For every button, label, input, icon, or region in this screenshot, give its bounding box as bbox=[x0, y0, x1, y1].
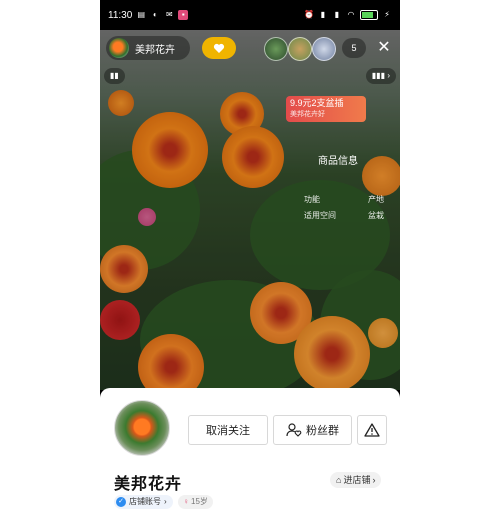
viewer-count[interactable]: 5 bbox=[342, 38, 366, 58]
viewer-avatar[interactable] bbox=[264, 37, 288, 61]
product-info-title[interactable]: 商品信息 bbox=[318, 152, 358, 167]
wifi-icon: ◠ bbox=[347, 10, 355, 19]
battery-icon bbox=[360, 10, 378, 20]
hd-icon: ▮ bbox=[320, 10, 326, 19]
unfollow-label: 取消关注 bbox=[206, 425, 250, 437]
chevron-right-icon: › bbox=[372, 475, 376, 485]
app-icon: ◐ bbox=[152, 10, 158, 19]
alarm-icon: ⏰ bbox=[304, 10, 314, 19]
report-button[interactable] bbox=[357, 415, 387, 445]
fans-group-label: 粉丝群 bbox=[306, 425, 339, 437]
clock: 11:30 bbox=[108, 9, 133, 21]
promo-text: 9.9元2支盆插 bbox=[290, 98, 344, 108]
promo-banner[interactable]: 9.9元2支盆插 美邦花卉好 bbox=[286, 96, 366, 122]
age-badge-label: 15岁 bbox=[191, 497, 208, 506]
unfollow-button[interactable]: 取消关注 bbox=[188, 415, 268, 445]
follow-bubble[interactable] bbox=[202, 37, 236, 59]
product-info-item: 产地 bbox=[368, 195, 384, 204]
profile-card: 取消关注 粉丝群 美邦花卉 ⌂ 进店铺 › ✓ 店铺账号 › ♀ 15岁 bbox=[100, 388, 400, 524]
more-pill[interactable]: ▮▮▮ › bbox=[365, 68, 396, 84]
fans-group-button[interactable]: 粉丝群 bbox=[273, 415, 352, 445]
app-icon: ✉ bbox=[165, 10, 173, 19]
charging-icon: ⚡ bbox=[384, 10, 390, 19]
enter-shop-label: 进店铺 bbox=[343, 475, 371, 485]
product-info-item: 功能 bbox=[304, 195, 320, 204]
enter-shop-button[interactable]: ⌂ 进店铺 › bbox=[330, 472, 382, 488]
app-icon: ▪ bbox=[178, 10, 189, 20]
account-badge[interactable]: ✓ 店铺账号 › bbox=[114, 495, 173, 509]
product-info-item: 盆栽 bbox=[368, 211, 384, 220]
warning-icon bbox=[364, 423, 380, 437]
account-badge-label: 店铺账号 bbox=[129, 497, 161, 506]
close-icon[interactable]: ✕ bbox=[374, 38, 394, 58]
heart-icon bbox=[213, 43, 225, 53]
product-info-item: 适用空间 bbox=[304, 211, 336, 220]
status-bar: 11:30 ▤ ◐ ✉ ▪ ⏰ ▮ ▮ ◠ ⚡ bbox=[100, 0, 400, 30]
chevron-right-icon: › bbox=[164, 497, 167, 506]
group-heart-icon bbox=[286, 423, 302, 437]
shop-name: 美邦花卉 bbox=[114, 476, 183, 493]
gender-icon: ♀ bbox=[183, 497, 189, 506]
anchor-info[interactable]: 美邦花卉 bbox=[106, 36, 190, 60]
signal-icon: ▮ bbox=[334, 10, 340, 19]
notification-icon: ▤ bbox=[137, 10, 146, 19]
hot-list-pill[interactable]: ▮▮ bbox=[104, 68, 125, 84]
viewer-avatar[interactable] bbox=[288, 37, 312, 61]
age-badge: ♀ 15岁 bbox=[178, 495, 213, 509]
shop-bag-icon: ⌂ bbox=[336, 475, 342, 485]
phone-screen: 11:30 ▤ ◐ ✉ ▪ ⏰ ▮ ▮ ◠ ⚡ 美邦花卉 5 ✕ ▮▮ ▮▮▮ … bbox=[100, 0, 400, 524]
anchor-avatar[interactable] bbox=[109, 38, 129, 58]
viewer-avatar[interactable] bbox=[312, 37, 336, 61]
banner-row: ▮▮ ▮▮▮ › bbox=[104, 68, 396, 86]
verified-check-icon: ✓ bbox=[116, 497, 126, 507]
promo-subtext: 美邦花卉好 bbox=[290, 111, 325, 118]
anchor-name: 美邦花卉 bbox=[135, 44, 175, 56]
shop-avatar[interactable] bbox=[114, 400, 170, 456]
